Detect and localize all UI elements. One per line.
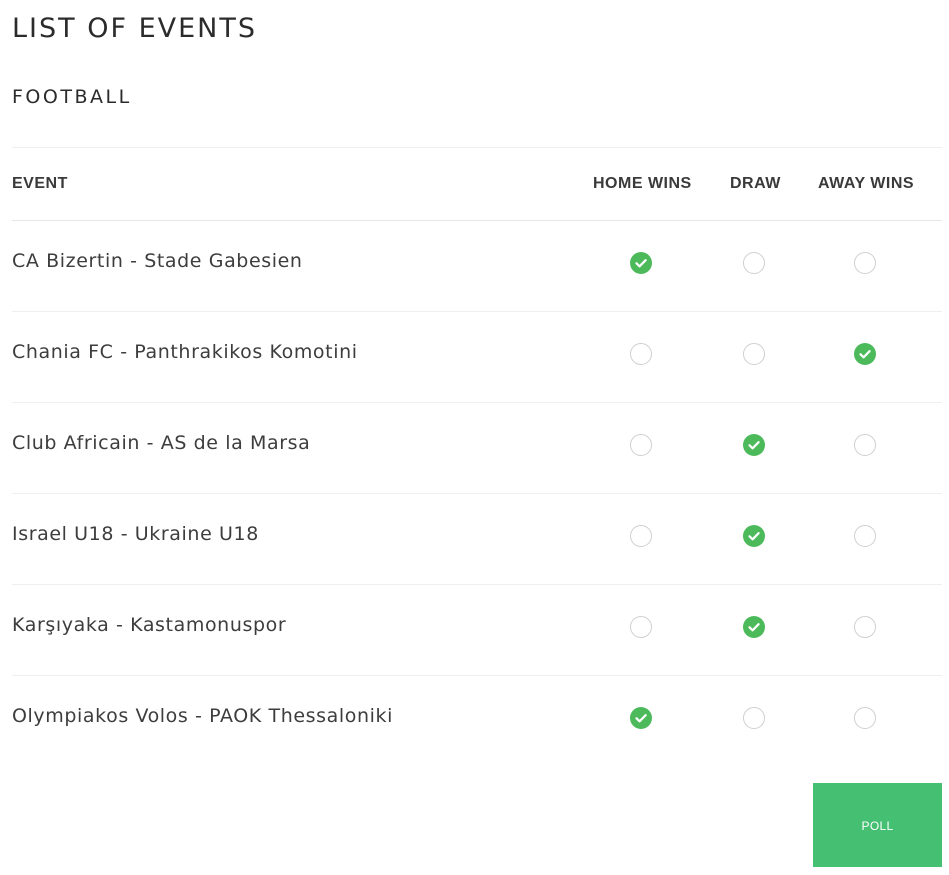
check-icon	[859, 350, 871, 359]
event-name: Chania FC - Panthrakikos Komotini	[12, 341, 358, 363]
away-wins-radio[interactable]	[854, 616, 876, 638]
poll-button[interactable]: POLL	[813, 783, 942, 867]
table-row: Club Africain - AS de la Marsa	[12, 403, 942, 494]
column-header-home-wins: HOME WINS	[593, 175, 692, 192]
event-name: Olympiakos Volos - PAOK Thessaloniki	[12, 705, 393, 727]
page-title: LIST OF EVENTS	[12, 13, 258, 44]
table-row: Karşıyaka - Kastamonuspor	[12, 585, 942, 676]
home-wins-radio[interactable]	[630, 252, 652, 274]
draw-radio[interactable]	[743, 525, 765, 547]
away-wins-radio[interactable]	[854, 434, 876, 456]
draw-radio[interactable]	[743, 343, 765, 365]
check-icon	[635, 714, 647, 723]
check-icon	[635, 259, 647, 268]
events-table: EVENT HOME WINS DRAW AWAY WINS CA Bizert…	[12, 147, 942, 766]
column-header-away-wins: AWAY WINS	[818, 175, 915, 192]
section-title: FOOTBALL	[12, 86, 132, 108]
event-name: Israel U18 - Ukraine U18	[12, 523, 259, 545]
home-wins-radio[interactable]	[630, 707, 652, 729]
table-header: EVENT HOME WINS DRAW AWAY WINS	[12, 148, 942, 221]
event-name: Club Africain - AS de la Marsa	[12, 432, 311, 454]
table-row: Israel U18 - Ukraine U18	[12, 494, 942, 585]
home-wins-radio[interactable]	[630, 616, 652, 638]
column-header-draw: DRAW	[730, 175, 781, 192]
away-wins-radio[interactable]	[854, 343, 876, 365]
table-row: Chania FC - Panthrakikos Komotini	[12, 312, 942, 403]
event-name: CA Bizertin - Stade Gabesien	[12, 250, 303, 272]
draw-radio[interactable]	[743, 616, 765, 638]
away-wins-radio[interactable]	[854, 707, 876, 729]
check-icon	[748, 441, 760, 450]
event-name: Karşıyaka - Kastamonuspor	[12, 614, 287, 636]
draw-radio[interactable]	[743, 252, 765, 274]
home-wins-radio[interactable]	[630, 525, 652, 547]
table-row: Olympiakos Volos - PAOK Thessaloniki	[12, 676, 942, 766]
draw-radio[interactable]	[743, 434, 765, 456]
away-wins-radio[interactable]	[854, 525, 876, 547]
check-icon	[748, 532, 760, 541]
home-wins-radio[interactable]	[630, 343, 652, 365]
table-row: CA Bizertin - Stade Gabesien	[12, 221, 942, 312]
draw-radio[interactable]	[743, 707, 765, 729]
check-icon	[748, 623, 760, 632]
away-wins-radio[interactable]	[854, 252, 876, 274]
column-header-event: EVENT	[12, 175, 68, 192]
home-wins-radio[interactable]	[630, 434, 652, 456]
